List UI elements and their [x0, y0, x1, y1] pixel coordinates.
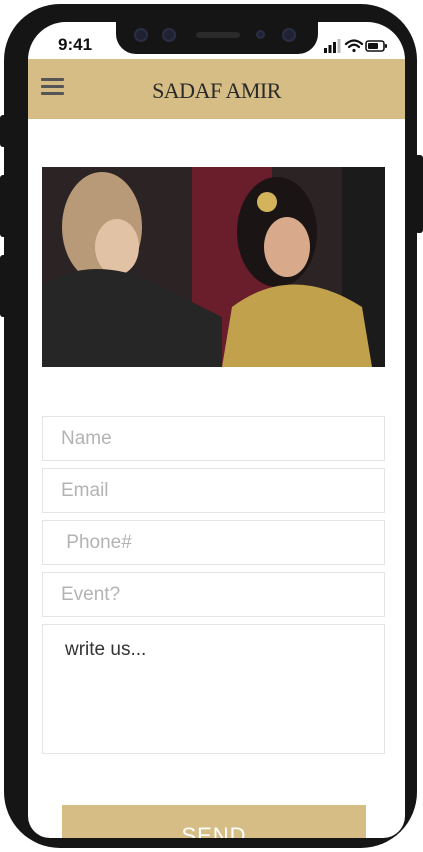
status-time: 9:41: [58, 35, 93, 54]
app-screen: 9:41 SADAF AMIR Name Email Phone# Event?…: [28, 22, 405, 838]
speaker-grille: [196, 32, 240, 38]
signal-icon: [324, 39, 341, 53]
hero-photo: [42, 167, 385, 367]
send-button[interactable]: SEND: [62, 805, 366, 838]
status-icons: [324, 39, 387, 53]
hero-photo-illustration: [42, 167, 385, 367]
phone-field[interactable]: [42, 520, 385, 565]
sensor-icon: [162, 28, 176, 42]
wifi-icon: [344, 39, 364, 53]
email-field[interactable]: [42, 468, 385, 513]
brand-title: SADAF AMIR: [152, 78, 281, 103]
status-bar: 9:41: [28, 22, 405, 59]
phone-frame: 9:41 SADAF AMIR Name Email Phone# Event?…: [4, 4, 417, 848]
front-camera-icon: [282, 28, 296, 42]
battery-icon: [365, 40, 387, 52]
notch: [116, 22, 318, 54]
name-field[interactable]: [42, 416, 385, 461]
message-field[interactable]: [42, 624, 385, 754]
camera-icon: [134, 28, 148, 42]
proximity-sensor-icon: [256, 30, 265, 39]
app-header: SADAF AMIR: [28, 59, 405, 119]
event-field[interactable]: [42, 572, 385, 617]
